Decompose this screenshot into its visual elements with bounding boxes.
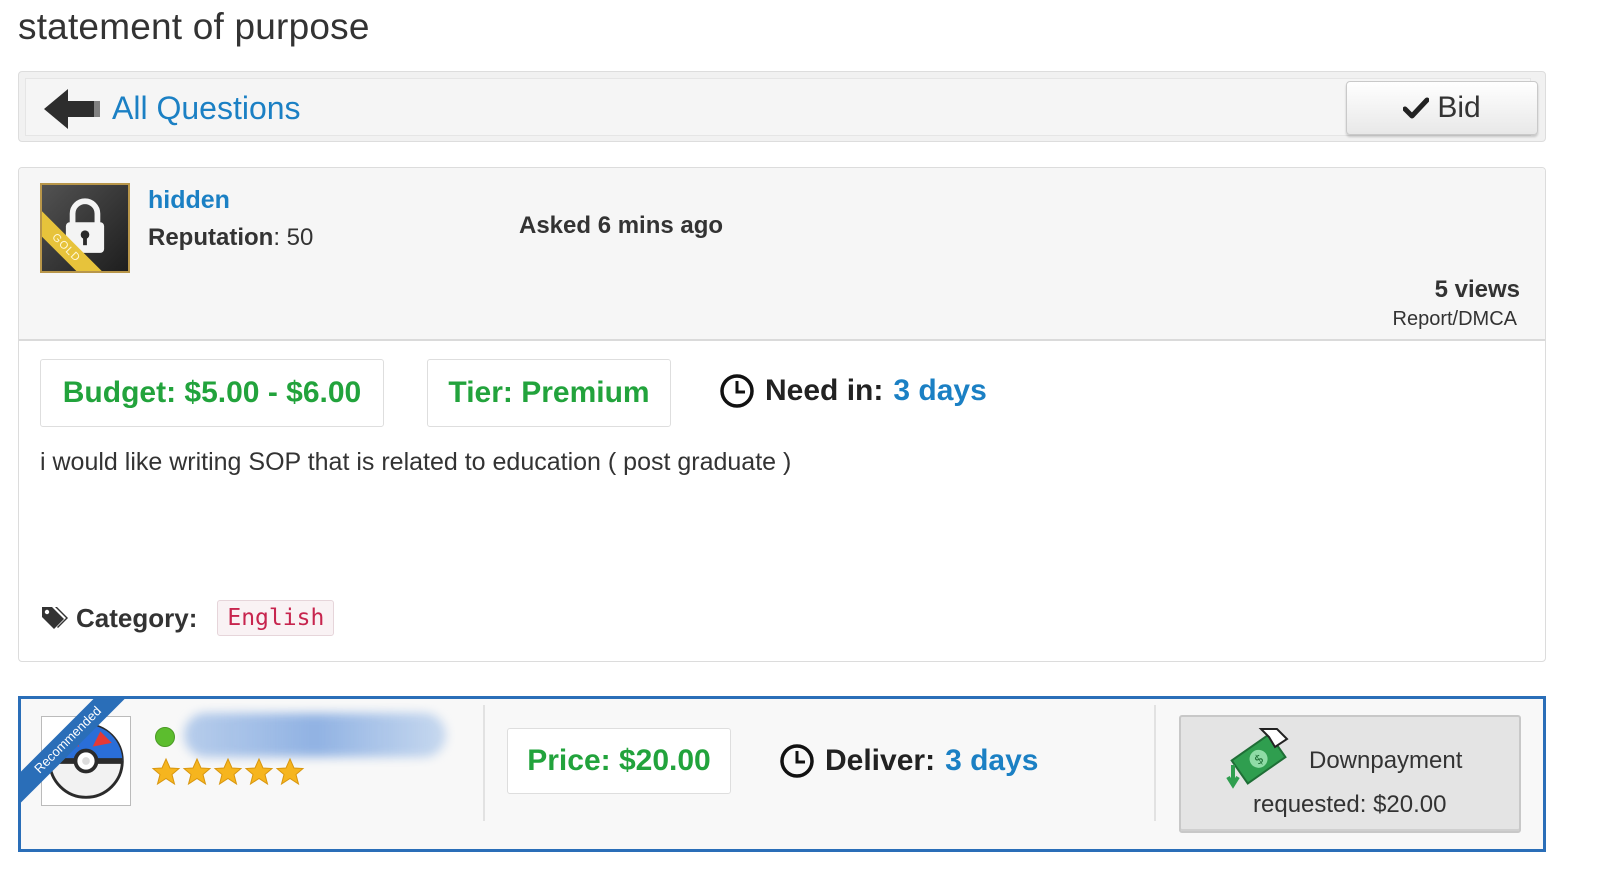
asker-reputation: Reputation: 50 [148,224,313,252]
star-icon [244,757,274,786]
need-in-label: Need in: [765,374,884,407]
asker-username[interactable]: hidden [148,186,230,215]
bid-divider [1154,705,1156,821]
deliver-label: Deliver: [825,744,936,777]
downpayment-label: Downpayment [1309,747,1463,774]
need-in-value: 3 days [893,374,987,407]
asked-time: Asked 6 mins ago [519,212,724,239]
avatar[interactable]: GOLD [40,183,130,273]
bid-button[interactable]: Bid [1346,81,1538,135]
check-icon [1403,97,1430,119]
clock-icon [720,374,754,408]
clock-icon [780,744,814,778]
back-arrow-icon[interactable] [42,87,102,131]
navbar-inner: All Questions Bid [25,78,1538,136]
deliver-value: 3 days [945,744,1039,777]
star-icon [182,757,212,786]
downpayment-button[interactable]: $ Downpayment requested: $20.00 [1179,715,1521,833]
question-panel: GOLD hidden Reputation: 50 Asked 6 mins … [18,167,1546,662]
bidder-username[interactable] [184,713,446,757]
downpayment-amount: requested: $20.00 [1253,791,1447,818]
category-row: Category: English [40,600,335,636]
category-tag[interactable]: English [217,600,335,636]
tag-icon [42,607,68,629]
budget-badge: Budget: $5.00 - $6.00 [40,359,384,427]
view-count: 5 views [1434,276,1520,303]
report-link[interactable]: Report/DMCA [1393,308,1517,331]
question-navbar: All Questions Bid [18,71,1546,142]
price-badge: Price: $20.00 [507,728,731,794]
page-title: statement of purpose [18,6,370,47]
star-icon [151,757,181,786]
category-label: Category: [76,602,198,633]
online-status-indicator [155,727,175,747]
rating-stars [151,757,305,787]
deliver-time: Deliver: 3 days [779,743,1038,779]
tier-badge: Tier: Premium [427,359,671,427]
question-header: GOLD hidden Reputation: 50 Asked 6 mins … [19,168,1545,341]
bid-button-label: Bid [1437,91,1481,124]
bid-panel: Recommended Price: $20.00 Deliver: 3 day… [18,696,1546,852]
question-description: i would like writing SOP that is related… [40,448,792,476]
bid-divider [483,705,485,821]
star-icon [275,757,305,786]
reputation-label: Reputation [148,224,274,251]
need-in: Need in: 3 days [719,373,987,409]
reputation-value: : 50 [273,224,314,251]
money-icon: $ [1226,728,1289,789]
all-questions-link[interactable]: All Questions [112,90,301,127]
star-icon [213,757,243,786]
